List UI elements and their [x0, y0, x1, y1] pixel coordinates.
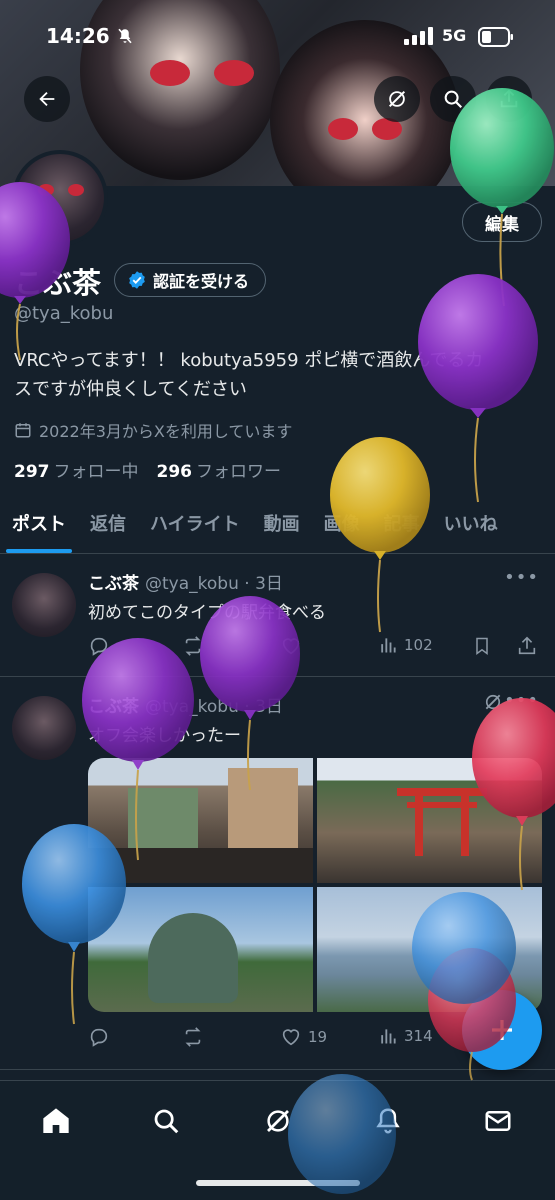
- share-icon: [518, 636, 536, 655]
- network-type: 5G: [442, 26, 467, 45]
- get-verified-label: 認証を受ける: [153, 272, 250, 291]
- grok-icon: [485, 694, 501, 710]
- followers-link[interactable]: 296 フォロワー: [157, 457, 282, 482]
- profile-avatar[interactable]: [12, 150, 108, 246]
- views-icon: [381, 638, 396, 653]
- status-bar: 14:26 5G: [0, 0, 555, 70]
- profile-bio: VRCやってます！！ kobutya5959 ポピ横で酒飲んでるカ スですが仲良…: [14, 346, 544, 404]
- post-more-button[interactable]: •••: [504, 567, 539, 588]
- tab-likes[interactable]: いいね: [432, 498, 510, 553]
- tab-photos[interactable]: 画像: [312, 498, 372, 553]
- search-icon: [154, 1109, 179, 1134]
- home-icon: [43, 1108, 69, 1133]
- post-more-button[interactable]: •••: [504, 690, 539, 711]
- tab-replies[interactable]: 返信: [78, 498, 138, 553]
- arrow-left-icon: [39, 91, 55, 107]
- silent-bell-icon: [118, 28, 132, 44]
- reply-button[interactable]: [88, 1026, 110, 1048]
- nav-search[interactable]: [146, 1101, 186, 1141]
- tab-highlights[interactable]: ハイライト: [138, 498, 252, 553]
- likes-count: 19: [308, 1028, 328, 1046]
- post-text: 初めてこのタイプの駅弁食べる: [88, 603, 326, 623]
- share-button[interactable]: [486, 76, 532, 122]
- share-icon: [500, 89, 518, 108]
- post-photo-grid: [88, 758, 542, 1012]
- repost-button[interactable]: [182, 635, 204, 657]
- grok-icon: [388, 90, 406, 108]
- views-button[interactable]: 102: [378, 635, 433, 655]
- post-header: こぶ茶 @tya_kobu · 3日: [88, 574, 283, 594]
- edit-profile-button[interactable]: 編集: [462, 202, 542, 242]
- followers-label: フォロワー: [196, 462, 281, 482]
- reply-icon: [90, 1028, 108, 1047]
- views-count: 314: [404, 1027, 433, 1045]
- post-avatar[interactable]: [12, 573, 76, 637]
- verified-badge-icon: [129, 271, 145, 289]
- profile-handle: @tya_kobu: [14, 303, 114, 324]
- like-button[interactable]: 19: [280, 1026, 327, 1048]
- share-post-button[interactable]: [516, 635, 538, 657]
- post-photo-buddha[interactable]: [88, 887, 313, 1012]
- nav-messages[interactable]: [478, 1101, 518, 1141]
- tab-articles[interactable]: 記事: [372, 498, 432, 553]
- tab-posts[interactable]: ポスト: [0, 498, 78, 553]
- reply-icon: [90, 637, 108, 656]
- status-time: 14:26: [46, 24, 110, 48]
- post-text: オフ会楽しかったー: [88, 726, 241, 746]
- battery-icon: [478, 27, 513, 47]
- repost-icon: [185, 1027, 201, 1047]
- post-photo-street[interactable]: [88, 758, 313, 883]
- post-author-handle[interactable]: @tya_kobu: [145, 697, 239, 717]
- following-label: フォロー中: [53, 462, 139, 482]
- grok-post-button[interactable]: [483, 692, 503, 716]
- post-photo-torii[interactable]: [317, 758, 542, 883]
- views-count: 102: [404, 636, 433, 654]
- bio-line-2: スですが仲良くしてください: [14, 379, 247, 400]
- reply-button[interactable]: [88, 635, 110, 657]
- home-indicator: [196, 1180, 360, 1186]
- following-link[interactable]: 297 フォロー中: [14, 457, 139, 482]
- followers-count: 296: [156, 462, 193, 482]
- grok-icon: [267, 1110, 289, 1132]
- search-icon: [444, 90, 463, 109]
- bell-icon: [376, 1108, 400, 1134]
- like-button[interactable]: [280, 635, 302, 657]
- nav-home[interactable]: [36, 1101, 76, 1141]
- mail-icon: [485, 1111, 511, 1131]
- repost-icon: [185, 636, 201, 656]
- post-author-name[interactable]: こぶ茶: [88, 574, 139, 594]
- bio-line-1: VRCやってます！！ kobutya5959 ポピ横で酒飲んでるカ: [14, 350, 484, 371]
- heart-icon: [282, 638, 300, 655]
- calendar-icon: [15, 423, 31, 438]
- post-time[interactable]: 3日: [255, 574, 283, 594]
- post-avatar[interactable]: [12, 696, 76, 760]
- search-button[interactable]: [430, 76, 476, 122]
- repost-button[interactable]: [182, 1026, 204, 1048]
- bookmark-icon: [476, 637, 488, 655]
- tab-videos[interactable]: 動画: [252, 498, 312, 553]
- post-header: こぶ茶 @tya_kobu · 3日: [88, 697, 283, 717]
- joined-date: 2022年3月からXを利用しています: [14, 418, 292, 442]
- back-button[interactable]: [24, 76, 70, 122]
- get-verified-button[interactable]: 認証を受ける: [114, 263, 267, 297]
- views-icon: [381, 1029, 396, 1044]
- bookmark-button[interactable]: [472, 635, 492, 657]
- post[interactable]: こぶ茶 @tya_kobu · 3日 ••• 初めてこのタイプの駅弁食べる 102: [0, 555, 555, 677]
- profile-tabs: ポスト 返信 ハイライト 動画 画像 記事 いいね: [0, 498, 555, 554]
- following-count: 297: [14, 462, 50, 482]
- signal-icon: [404, 27, 433, 45]
- plus-icon: [492, 1020, 512, 1040]
- joined-text: 2022年3月からXを利用しています: [39, 422, 293, 441]
- post-author-handle[interactable]: @tya_kobu: [145, 574, 239, 594]
- grok-button[interactable]: [374, 76, 420, 122]
- follow-stats: 297 フォロー中 296 フォロワー: [14, 457, 281, 482]
- post-author-name[interactable]: こぶ茶: [88, 697, 139, 717]
- nav-grok[interactable]: [258, 1101, 298, 1141]
- nav-notifications[interactable]: [368, 1101, 408, 1141]
- post-time[interactable]: 3日: [255, 697, 283, 717]
- display-name: こぶ茶: [14, 266, 102, 300]
- views-button[interactable]: 314: [378, 1026, 433, 1046]
- heart-icon: [282, 1029, 300, 1046]
- compose-post-button[interactable]: [462, 990, 542, 1070]
